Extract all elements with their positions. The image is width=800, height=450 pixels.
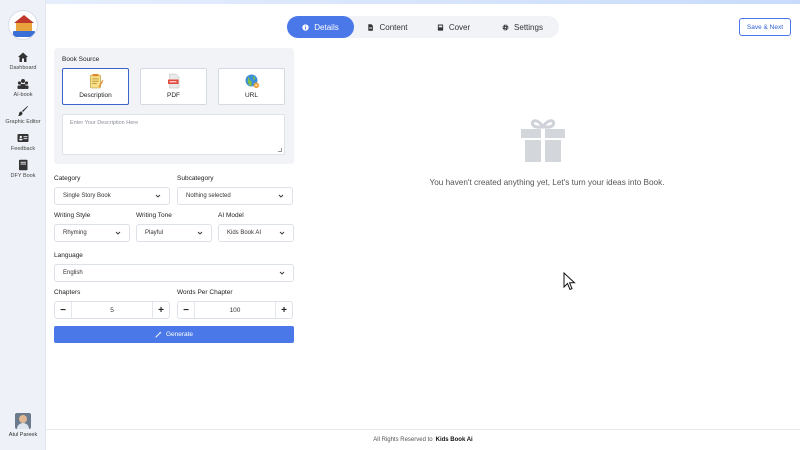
paint-brush-icon <box>18 106 28 116</box>
source-option-label: Description <box>79 92 112 99</box>
step-tabs: Details Content Cover Settings <box>287 16 559 38</box>
tab-label: Settings <box>514 22 543 32</box>
globe-link-icon <box>245 74 259 89</box>
footer-brand: Kids Book Ai <box>435 437 473 443</box>
words-per-chapter-input[interactable]: 100 <box>194 302 276 318</box>
source-option-label: URL <box>244 92 258 99</box>
tab-label: Details <box>314 22 339 32</box>
user-profile[interactable]: Atul Pareek <box>0 413 46 438</box>
category-value: Single Story Book <box>63 193 111 199</box>
mouse-cursor-icon <box>563 272 576 291</box>
generate-button[interactable]: Generate <box>54 326 294 343</box>
sidebar-item-label: AI-book <box>13 92 33 98</box>
tab-label: Content <box>379 22 408 32</box>
book-source-title: Book Source <box>62 56 100 63</box>
chapters-input[interactable]: 5 <box>71 302 153 318</box>
language-label: Language <box>54 252 83 259</box>
chevron-down-icon <box>155 194 161 198</box>
gift-box-icon <box>521 119 565 162</box>
notepad-pencil-icon <box>89 74 103 89</box>
chevron-down-icon <box>278 194 284 198</box>
chapters-decrement-button[interactable]: − <box>55 302 71 318</box>
footer-text: All Rights Reserved to <box>373 437 433 443</box>
language-value: English <box>63 270 83 276</box>
chapters-increment-button[interactable]: + <box>153 302 169 318</box>
home-icon <box>18 52 28 62</box>
description-textarea[interactable]: Enter Your Description Here <box>62 114 285 155</box>
sidebar-item-ai-book[interactable]: AI-book <box>0 78 46 102</box>
file-icon <box>368 23 374 31</box>
empty-state-message: You haven't created anything yet, Let's … <box>429 178 665 187</box>
sidebar: Dashboard AI-book Graphic Editor Feedbac… <box>0 0 46 450</box>
resize-handle[interactable] <box>278 148 282 152</box>
chevron-down-icon <box>279 231 285 235</box>
sidebar-item-graphic-editor[interactable]: Graphic Editor <box>0 105 46 129</box>
description-placeholder: Enter Your Description Here <box>70 120 139 126</box>
tab-label: Cover <box>448 22 471 32</box>
sidebar-item-label: DFY Book <box>10 173 36 179</box>
pdf-file-icon <box>167 73 179 89</box>
users-icon <box>17 79 29 89</box>
sidebar-item-label: Graphic Editor <box>5 119 41 125</box>
chapters-label: Chapters <box>54 289 81 296</box>
writing-style-select[interactable]: Rhyming <box>54 224 130 242</box>
sidebar-item-feedback[interactable]: Feedback <box>0 132 46 156</box>
writing-tone-value: Playful <box>145 230 164 236</box>
source-option-label: PDF <box>167 92 180 99</box>
book-source-panel: Book Source Description PDF URL Enter Yo… <box>54 48 294 164</box>
source-option-url[interactable]: URL <box>218 68 285 105</box>
tab-content[interactable]: Content <box>354 16 421 38</box>
writing-tone-select[interactable]: Playful <box>136 224 212 242</box>
chevron-down-icon <box>279 271 285 275</box>
source-option-pdf[interactable]: PDF <box>140 68 207 105</box>
tab-settings[interactable]: Settings <box>486 16 559 38</box>
writing-style-value: Rhyming <box>63 230 87 236</box>
ai-model-select[interactable]: Kids Book AI <box>218 224 294 242</box>
category-label: Category <box>54 175 81 182</box>
words-per-chapter-label: Words Per Chapter <box>177 289 233 296</box>
tab-cover[interactable]: Cover <box>421 16 486 38</box>
tab-details[interactable]: Details <box>287 16 354 38</box>
avatar <box>15 413 31 429</box>
footer: All Rights Reserved to Kids Book Ai <box>46 429 800 450</box>
category-select[interactable]: Single Story Book <box>54 187 170 205</box>
language-select[interactable]: English <box>54 264 294 282</box>
ai-model-label: AI Model <box>218 212 244 219</box>
sidebar-item-dashboard[interactable]: Dashboard <box>0 51 46 75</box>
magic-wand-icon <box>155 331 162 338</box>
app-logo[interactable] <box>8 10 38 40</box>
words-per-chapter-stepper: − 100 + <box>177 301 293 319</box>
book-cover-icon <box>437 23 443 31</box>
sidebar-item-label: Dashboard <box>9 65 37 71</box>
info-icon <box>302 23 309 31</box>
chevron-down-icon <box>115 231 121 235</box>
user-name: Atul Pareek <box>8 432 38 438</box>
sidebar-item-label: Feedback <box>10 146 36 152</box>
words-decrement-button[interactable]: − <box>178 302 194 318</box>
writing-tone-label: Writing Tone <box>136 212 172 219</box>
subcategory-value: Nothing selected <box>186 193 231 199</box>
save-next-button[interactable]: Save & Next <box>739 18 791 36</box>
generate-label: Generate <box>165 331 194 338</box>
subcategory-select[interactable]: Nothing selected <box>177 187 293 205</box>
sidebar-item-dfy-book[interactable]: DFY Book <box>0 159 46 183</box>
chapters-stepper: − 5 + <box>54 301 170 319</box>
writing-style-label: Writing Style <box>54 212 91 219</box>
words-increment-button[interactable]: + <box>276 302 292 318</box>
top-accent-bar <box>46 0 800 4</box>
id-card-icon <box>17 134 29 142</box>
gear-icon <box>502 24 509 30</box>
book-icon <box>19 159 28 171</box>
ai-model-value: Kids Book AI <box>227 230 262 236</box>
subcategory-label: Subcategory <box>177 175 214 182</box>
chevron-down-icon <box>197 231 203 235</box>
source-option-description[interactable]: Description <box>62 68 129 105</box>
